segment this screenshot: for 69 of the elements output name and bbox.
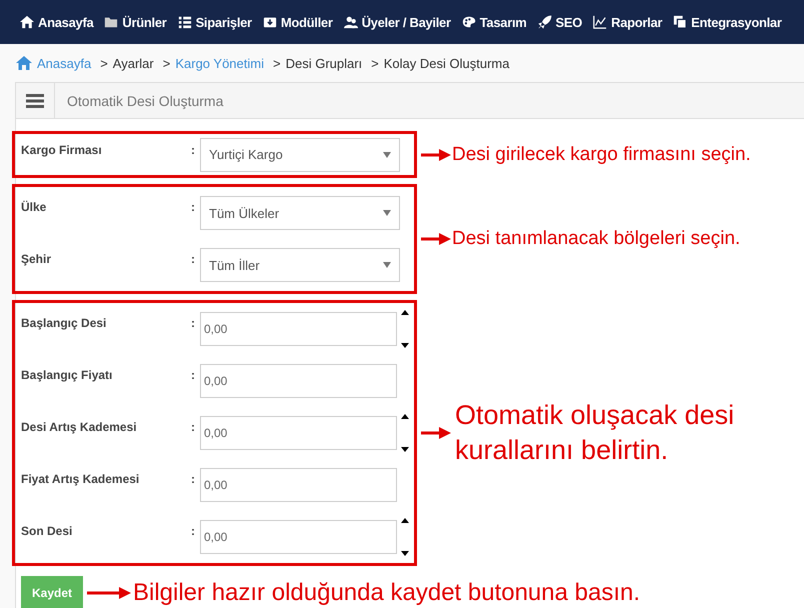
colon: : — [191, 419, 196, 434]
breadcrumb-separator: > — [371, 56, 379, 70]
nav-link[interactable]: Ürünler — [104, 14, 167, 30]
colon: : — [191, 251, 196, 266]
field-label: Şehir — [21, 251, 52, 266]
panel-title: Otomatik Desi Oluşturma — [66, 92, 224, 111]
dropdown[interactable]: Tüm Ülkeler — [200, 196, 400, 230]
nav-link[interactable]: Üyeler / Bayiler — [344, 14, 451, 30]
dropdown[interactable]: Tüm İller — [200, 248, 400, 282]
breadcrumb-separator: > — [162, 56, 170, 70]
field-label: Kargo Firması — [21, 142, 103, 157]
colon: : — [191, 142, 196, 157]
up-arrow-icon[interactable] — [401, 518, 409, 523]
home-icon — [20, 15, 34, 29]
breadcrumb-item[interactable]: Kolay Desi Oluşturma — [384, 56, 510, 70]
down-arrow-icon[interactable] — [401, 343, 409, 348]
caret-icon — [383, 152, 391, 158]
field-label: Fiyat Artış Kademesi — [21, 471, 140, 486]
input-field[interactable]: 0,00 — [200, 364, 397, 398]
field-label: Desi Artış Kademesi — [21, 419, 138, 434]
line-chart-icon — [593, 15, 608, 29]
breadcrumb-item[interactable]: Desi Grupları — [286, 56, 362, 70]
nav-link[interactable]: Modüller — [262, 14, 333, 30]
nav-link[interactable]: Entegrasyonlar — [673, 14, 782, 30]
annotation-text: Bilgiler hazır olduğunda kaydet butonuna basın. — [133, 578, 640, 606]
download-box-icon — [262, 15, 277, 29]
nav-link[interactable]: Raporlar — [593, 14, 662, 30]
copy-icon — [673, 15, 688, 29]
up-arrow-icon[interactable] — [401, 310, 409, 315]
arrow-icon — [87, 586, 131, 598]
field-label: Son Desi — [21, 523, 74, 538]
down-arrow-icon[interactable] — [401, 551, 409, 556]
home-icon — [16, 56, 32, 70]
breadcrumb-separator: > — [100, 56, 108, 70]
colon: : — [191, 315, 196, 330]
list-icon — [178, 15, 192, 29]
nav-link[interactable]: Anasayfa — [20, 14, 94, 30]
up-arrow-icon[interactable] — [401, 414, 409, 419]
nav-link[interactable]: Tasarım — [462, 14, 527, 30]
arrow-icon — [421, 233, 451, 245]
breadcrumb-separator: > — [273, 56, 281, 70]
nav-link[interactable]: SEO — [538, 14, 582, 30]
down-arrow-icon[interactable] — [401, 447, 409, 452]
annotation-text: Desi girilecek kargo firmasını seçin. — [452, 144, 751, 166]
field-label: Ülke — [21, 199, 48, 214]
folder-icon — [104, 15, 118, 29]
input-field[interactable]: 0,00 — [200, 520, 397, 554]
input-field[interactable]: 0,00 — [200, 468, 397, 502]
arrow-icon — [421, 427, 451, 439]
colon: : — [191, 367, 196, 382]
users-icon — [344, 15, 358, 29]
annotation-text: Desi tanımlanacak bölgeleri seçin. — [452, 228, 740, 250]
colon: : — [191, 523, 196, 538]
palette-icon — [462, 15, 476, 29]
field-label: Başlangıç Desi — [21, 315, 108, 330]
colon: : — [191, 199, 196, 214]
input-field[interactable]: 0,00 — [200, 312, 397, 346]
colon: : — [191, 471, 196, 486]
annotation-text: Otomatik oluşacak desi kurallarını belirtin. — [455, 398, 736, 467]
nav-link[interactable]: Siparişler — [178, 14, 252, 30]
caret-icon — [383, 262, 391, 268]
input-field[interactable]: 0,00 — [200, 416, 397, 450]
breadcrumb-item[interactable]: Ayarlar — [112, 56, 154, 70]
rocket-icon — [538, 15, 552, 29]
dropdown[interactable]: Yurtiçi Kargo — [200, 138, 400, 172]
caret-icon — [383, 210, 391, 216]
arrow-icon — [421, 148, 451, 160]
field-label: Başlangıç Fiyatı — [21, 367, 114, 382]
menu-icon — [26, 94, 44, 108]
